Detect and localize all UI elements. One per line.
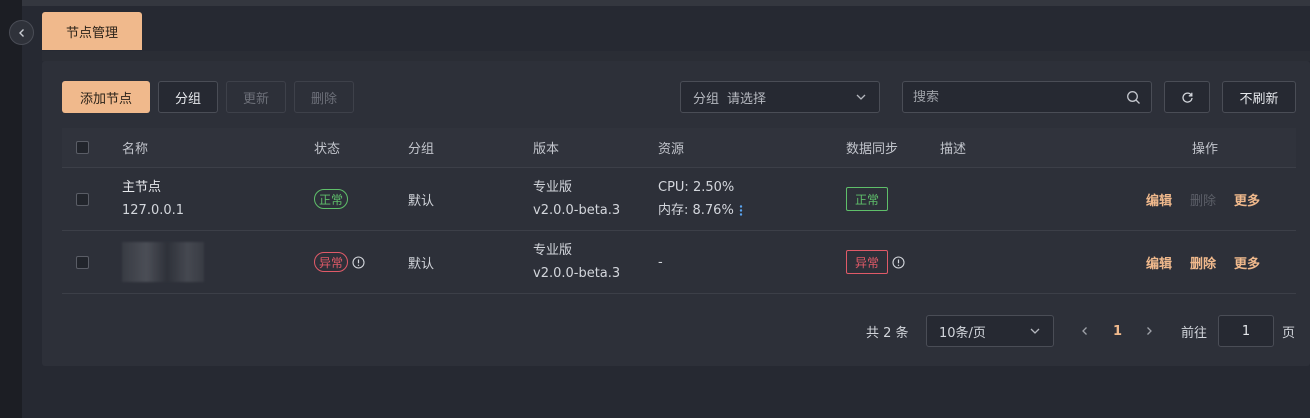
node-management-panel: 添加节点 分组 更新 删除 分组 请选择 不刷新 名称 状态 分组 版本 资源 … (42, 61, 1310, 366)
column-header-sync: 数据同步 (846, 142, 899, 157)
goto-page-input[interactable]: 1 (1218, 315, 1274, 347)
group-filter-select[interactable]: 分组 请选择 (680, 81, 880, 113)
column-header-group: 分组 (408, 142, 435, 157)
edit-link[interactable]: 编辑 (1146, 253, 1172, 272)
update-button[interactable]: 更新 (226, 81, 286, 113)
prev-page-button[interactable] (1080, 315, 1090, 347)
node-edition: 专业版 (533, 180, 573, 195)
row-checkbox[interactable] (76, 192, 89, 206)
redacted-node-name (122, 242, 204, 282)
page-size-value: 10条/页 (939, 325, 986, 341)
no-refresh-button[interactable]: 不刷新 (1222, 81, 1296, 113)
delete-button[interactable]: 删除 (294, 81, 354, 113)
tab-node-management[interactable]: 节点管理 (42, 12, 142, 50)
info-icon[interactable] (892, 255, 905, 269)
status-badge: 异常 (314, 252, 349, 272)
column-header-status: 状态 (314, 142, 341, 157)
chevron-down-icon (856, 94, 866, 100)
search-icon (1127, 91, 1140, 104)
node-resource: - (658, 254, 663, 270)
chevron-right-icon (1147, 327, 1152, 335)
column-header-description: 描述 (940, 142, 967, 157)
chevron-left-icon (1082, 327, 1087, 335)
next-page-button[interactable] (1144, 315, 1154, 347)
top-divider (22, 0, 1310, 6)
table-row: 异常 默认 专业版 v2.0.0-beta.3 - 异常 编辑 删除 更多 (62, 231, 1296, 294)
resource-cpu: CPU: 2.50% (658, 180, 735, 195)
resource-mem: 内存: 8.76% (658, 203, 734, 218)
page-size-select[interactable]: 10条/页 (926, 315, 1054, 347)
more-vertical-icon[interactable] (737, 204, 745, 217)
table-row: 主节点 127.0.0.1 正常 默认 专业版 v2.0.0-beta.3 CP… (62, 168, 1296, 231)
info-icon[interactable] (352, 255, 365, 269)
sync-badge: 正常 (846, 187, 889, 211)
node-name: 主节点 (122, 180, 162, 195)
group-button[interactable]: 分组 (158, 81, 218, 113)
left-sidebar-strip (0, 0, 22, 418)
edit-link[interactable]: 编辑 (1146, 190, 1172, 209)
column-header-name: 名称 (122, 142, 149, 157)
more-link[interactable]: 更多 (1234, 253, 1260, 272)
pagination-total: 共 2 条 (866, 325, 909, 341)
refresh-icon (1181, 91, 1193, 103)
delete-link[interactable]: 删除 (1190, 190, 1216, 209)
tabs-bar: 节点管理 (42, 12, 1310, 51)
column-header-actions: 操作 (1192, 142, 1219, 157)
search-input[interactable] (913, 89, 1113, 105)
page-unit-label: 页 (1282, 325, 1296, 341)
node-version: v2.0.0-beta.3 (533, 266, 621, 281)
table-header-row: 名称 状态 分组 版本 资源 数据同步 描述 操作 (62, 128, 1296, 168)
goto-label: 前往 (1181, 325, 1208, 341)
panel-top-band (42, 51, 1310, 61)
chevron-left-icon (18, 28, 24, 37)
group-filter-label: 分组 (693, 91, 720, 107)
node-group: 默认 (408, 193, 435, 209)
node-group: 默认 (408, 256, 435, 272)
add-node-button[interactable]: 添加节点 (62, 81, 150, 113)
status-badge: 正常 (314, 189, 349, 209)
node-table: 名称 状态 分组 版本 资源 数据同步 描述 操作 主节点 127.0.0.1 … (62, 128, 1296, 294)
node-address: 127.0.0.1 (122, 203, 185, 218)
column-header-version: 版本 (533, 142, 560, 157)
group-filter-placeholder: 请选择 (727, 91, 767, 107)
search-field[interactable] (902, 81, 1152, 113)
select-all-checkbox[interactable] (76, 141, 89, 154)
collapse-sidebar-button[interactable] (9, 20, 34, 45)
node-edition: 专业版 (533, 243, 573, 258)
column-header-resource: 资源 (658, 142, 685, 157)
more-link[interactable]: 更多 (1234, 190, 1260, 209)
chevron-down-icon (1030, 328, 1040, 334)
page-number-current[interactable]: 1 (1113, 315, 1122, 347)
sync-badge: 异常 (846, 250, 889, 274)
delete-link[interactable]: 删除 (1190, 253, 1216, 272)
row-checkbox[interactable] (76, 255, 89, 269)
refresh-button[interactable] (1164, 81, 1210, 113)
node-version: v2.0.0-beta.3 (533, 203, 621, 218)
